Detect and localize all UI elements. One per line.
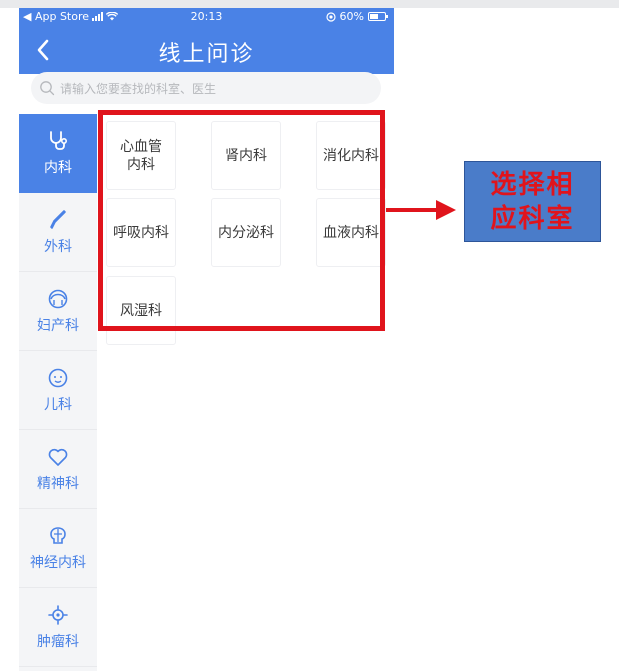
annotation-callout: 选择相 应科室: [464, 161, 601, 242]
sidebar-item-pediatrics[interactable]: 儿科: [19, 351, 97, 430]
sidebar-item-surgery[interactable]: 外科: [19, 193, 97, 272]
status-bar: ◀ App Store 20:13 60%: [19, 8, 394, 26]
sidebar-item-psychiatry[interactable]: 精神科: [19, 430, 97, 509]
annotation-line-2: 应科室: [490, 203, 575, 234]
sidebar-item-label: 妇产科: [37, 317, 79, 334]
status-right: 60%: [325, 10, 388, 23]
annotation-arrow-icon: [386, 200, 456, 220]
sidebar-item-internal-medicine[interactable]: 内科: [19, 114, 97, 193]
heart-icon: [48, 448, 68, 466]
stethoscope-icon: [50, 131, 68, 150]
battery-icon: [368, 12, 388, 21]
sidebar-item-label: 精神科: [37, 475, 79, 492]
sidebar-item-label: 内科: [44, 160, 72, 176]
annotation-highlight-box: [98, 110, 385, 331]
search-icon: [40, 81, 55, 96]
scalpel-icon: [50, 209, 66, 229]
sidebar-item-oncology[interactable]: 肿瘤科: [19, 588, 97, 667]
brain-icon: [50, 526, 66, 544]
child-face-icon: [48, 368, 68, 387]
sidebar-item-neurology[interactable]: 神经内科: [19, 509, 97, 588]
search-input[interactable]: 请输入您要查找的科室、医生: [31, 72, 381, 104]
annotation-line-1: 选择相: [490, 169, 575, 200]
female-face-icon: [48, 289, 68, 308]
orientation-lock-icon: [325, 11, 336, 22]
sidebar-item-obstetrics[interactable]: 妇产科: [19, 272, 97, 351]
phone-screen: ◀ App Store 20:13 60% 线上问诊 请输入您要查找的科室、医生…: [19, 8, 394, 671]
sidebar-item-label: 儿科: [44, 396, 72, 413]
page-title: 线上问诊: [158, 42, 255, 67]
tumor-icon: [48, 604, 68, 625]
sidebar-item-label: 神经内科: [30, 554, 86, 571]
sidebar-item-label: 外科: [44, 238, 72, 255]
browser-top-strip: [0, 0, 619, 8]
sidebar-item-label: 肿瘤科: [37, 633, 79, 650]
search-placeholder: 请输入您要查找的科室、医生: [60, 81, 217, 96]
department-sidebar: 内科 外科 妇产科 儿科 精神科 神经内科 肿瘤科: [19, 114, 97, 671]
nav-bar: 线上问诊: [19, 26, 394, 74]
battery-percent: 60%: [339, 10, 364, 23]
